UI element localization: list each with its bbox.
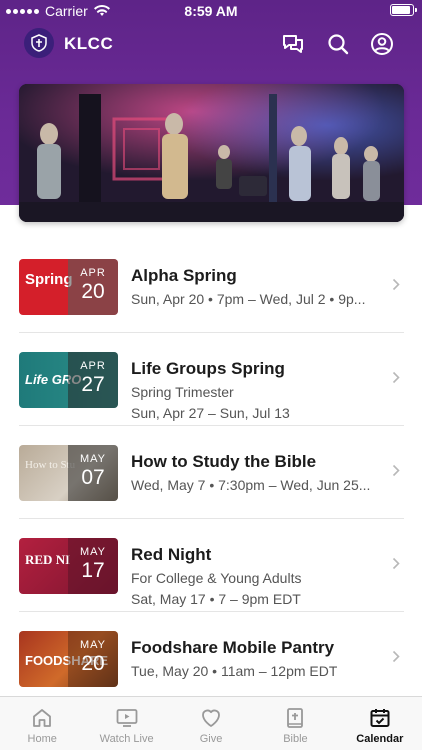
event-schedule: Sun, Apr 20 • 7pm – Wed, Jul 2 • 9p... (131, 291, 366, 307)
date-badge: MAY 07 (68, 445, 118, 501)
event-row[interactable]: FOODSHARE MAY 20 Foodshare Mobile Pantry… (0, 612, 422, 705)
event-title: Life Groups Spring (131, 359, 285, 378)
tab-label: Give (199, 733, 223, 745)
event-title: Alpha Spring (131, 266, 237, 285)
event-row[interactable]: How to Stu MAY 07 How to Study the Bible… (0, 426, 422, 519)
date-badge: MAY 17 (68, 538, 118, 594)
chevron-right-icon (392, 278, 400, 291)
tab-bar: Home Watch Live Give Bible Calendar (0, 696, 422, 750)
calendar-icon (370, 709, 390, 727)
event-schedule: Wed, May 7 • 7:30pm – Wed, Jun 25... (131, 477, 371, 493)
event-schedule: Sat, May 17 • 7 – 9pm EDT (131, 591, 301, 607)
tab-watch-live[interactable]: Watch Live (84, 697, 168, 750)
tab-label: Bible (283, 733, 308, 745)
events-list: Spring APR 20 Alpha Spring Sun, Apr 20 •… (0, 240, 422, 705)
date-day: 27 (81, 373, 105, 396)
tab-home[interactable]: Home (0, 697, 84, 750)
date-badge: APR 20 (68, 259, 118, 315)
event-title: How to Study the Bible (131, 452, 317, 471)
event-schedule: Tue, May 20 • 11am – 12pm EDT (131, 663, 338, 679)
heart-icon (202, 709, 220, 727)
hero-image (19, 84, 404, 222)
tv-icon (116, 709, 138, 727)
date-badge: MAY 20 (68, 631, 118, 687)
tab-label: Watch Live (99, 733, 154, 745)
thumbnail-text: Spring (25, 271, 73, 288)
chevron-right-icon (392, 557, 400, 570)
event-title: Foodshare Mobile Pantry (131, 638, 335, 657)
event-subtitle: Spring Trimester (131, 384, 234, 400)
bible-icon (287, 708, 304, 728)
event-thumbnail: FOODSHARE MAY 20 (19, 631, 118, 687)
profile-icon[interactable] (369, 31, 395, 57)
tab-label: Home (27, 733, 57, 745)
chat-icon[interactable] (280, 31, 306, 57)
event-thumbnail: How to Stu MAY 07 (19, 445, 118, 501)
tab-bible[interactable]: Bible (253, 697, 337, 750)
date-day: 20 (81, 280, 105, 303)
event-row[interactable]: Spring APR 20 Alpha Spring Sun, Apr 20 •… (0, 240, 422, 333)
search-icon[interactable] (325, 31, 351, 57)
date-month: MAY (79, 453, 107, 465)
church-logo-icon[interactable] (24, 28, 54, 58)
app-title: KLCC (64, 34, 114, 53)
tab-label: Calendar (356, 733, 404, 745)
date-month: APR (80, 360, 106, 372)
date-badge: APR 27 (68, 352, 118, 408)
date-month: MAY (79, 639, 107, 651)
tab-give[interactable]: Give (169, 697, 253, 750)
event-subtitle: For College & Young Adults (131, 570, 302, 586)
event-row[interactable]: Life GRO APR 27 Life Groups Spring Sprin… (0, 333, 422, 426)
event-thumbnail: Spring APR 20 (19, 259, 118, 315)
status-bar: Carrier 8:59 AM (0, 0, 422, 22)
battery-icon (390, 4, 417, 16)
top-app-bar: KLCC (0, 26, 422, 62)
event-schedule: Sun, Apr 27 – Sun, Jul 13 (131, 405, 290, 421)
date-day: 07 (81, 466, 105, 489)
date-month: MAY (79, 546, 107, 558)
chevron-right-icon (392, 650, 400, 663)
date-day: 20 (81, 652, 105, 675)
event-row[interactable]: RED NI MAY 17 Red Night For College & Yo… (0, 519, 422, 612)
chevron-right-icon (392, 464, 400, 477)
event-title: Red Night (131, 545, 212, 564)
home-icon (33, 709, 52, 727)
status-time: 8:59 AM (184, 3, 238, 19)
thumbnail-text: RED NI (25, 552, 71, 567)
chevron-right-icon (392, 371, 400, 384)
tab-calendar[interactable]: Calendar (338, 697, 422, 750)
date-day: 17 (81, 559, 105, 582)
event-thumbnail: Life GRO APR 27 (19, 352, 118, 408)
hero-banner[interactable] (19, 84, 404, 222)
event-thumbnail: RED NI MAY 17 (19, 538, 118, 594)
date-month: APR (80, 267, 106, 279)
